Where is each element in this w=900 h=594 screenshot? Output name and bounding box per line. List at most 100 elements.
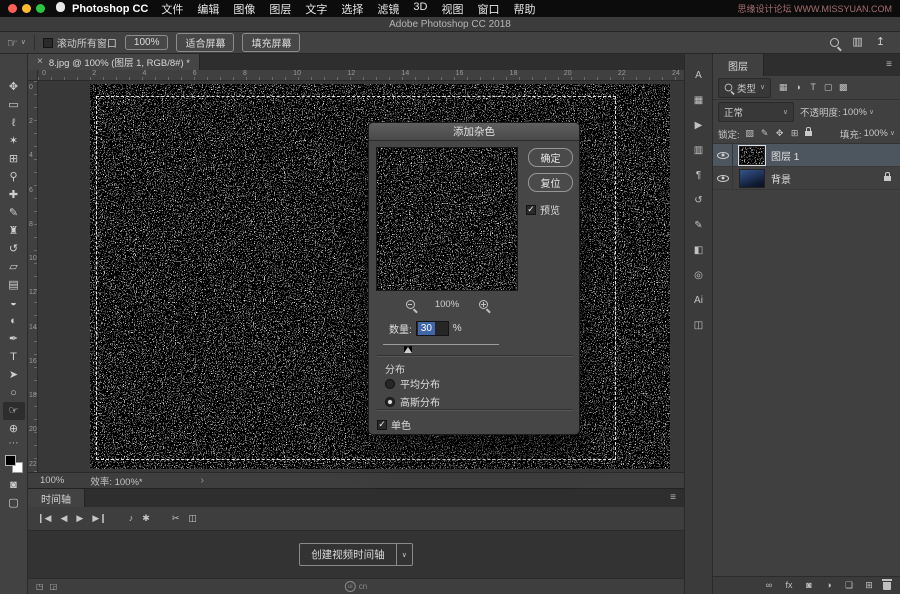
new-group-icon[interactable]: ❏ (843, 579, 855, 592)
uniform-radio[interactable]: 平均分布 (385, 376, 440, 391)
quick-mask-button[interactable]: ◙ (3, 476, 25, 494)
edit-toolbar-button[interactable]: ⋯ (3, 438, 25, 450)
eraser-tool[interactable]: ▱ (3, 258, 25, 276)
layer-row-background[interactable]: 背景 (713, 167, 900, 190)
filter-pixel-layers-icon[interactable]: ▦ (777, 81, 789, 94)
scroll-all-windows-checkbox[interactable]: 滚动所有窗口 (43, 35, 117, 50)
dodge-tool[interactable]: ◐ (3, 312, 25, 330)
apple-menu[interactable] (54, 2, 70, 15)
minimize-window-button[interactable] (22, 4, 31, 13)
link-layers-icon[interactable]: ∞ (763, 579, 775, 592)
go-to-next-frame-button[interactable]: ▶❙ (92, 514, 106, 523)
preview-checkbox[interactable]: ✓ 预览 (526, 202, 560, 217)
layer-filter-dropdown[interactable]: 类型 ∨ (718, 78, 771, 98)
zoom-level-field[interactable]: 100% (40, 475, 64, 486)
monochromatic-checkbox[interactable]: ✓ 单色 (377, 417, 411, 432)
search-icon[interactable] (830, 38, 839, 47)
filter-shape-layers-icon[interactable]: ▢ (822, 81, 834, 94)
workspace-switcher-icon[interactable]: ▥ (852, 37, 862, 48)
audio-mute-button[interactable]: ♪ (129, 514, 134, 523)
layer-row-layer1[interactable]: 图层 1 (713, 144, 900, 167)
timeline-panel-menu-icon[interactable]: ≡ (670, 493, 684, 503)
menu-item[interactable]: 滤镜 (370, 1, 406, 17)
menu-item[interactable]: 图层 (262, 1, 298, 17)
eyedropper-tool[interactable]: ⚲ (3, 168, 25, 186)
move-tool[interactable]: ✥ (3, 78, 25, 96)
fit-screen-button[interactable]: 适合屏幕 (176, 33, 234, 52)
spot-healing-brush-tool[interactable]: ✚ (3, 186, 25, 204)
menu-item[interactable]: 帮助 (506, 1, 542, 17)
lock-paint-icon[interactable]: ✎ (759, 127, 771, 140)
ruler-origin[interactable] (28, 70, 38, 81)
timeline-view-large-icon[interactable]: ◲ (50, 583, 58, 591)
background-thumbnail[interactable] (739, 169, 765, 188)
canvas-area[interactable] (38, 81, 684, 472)
lasso-tool[interactable]: ℓ (3, 114, 25, 132)
dialog-titlebar[interactable]: 添加杂色 (369, 123, 579, 141)
menu-item[interactable]: 视图 (434, 1, 470, 17)
lock-position-icon[interactable]: ✥ (774, 127, 786, 140)
share-icon[interactable]: ↥ (876, 37, 885, 48)
layers-panel-menu-icon[interactable]: ≡ (886, 60, 900, 70)
filter-adjustment-layers-icon[interactable]: ◑ (792, 81, 804, 94)
brush-tool[interactable]: ✎ (3, 204, 25, 222)
path-selection-tool[interactable]: ➤ (3, 366, 25, 384)
go-to-first-frame-button[interactable]: ❙◀ (37, 514, 51, 523)
visibility-eye-icon[interactable] (717, 175, 729, 182)
quick-selection-tool[interactable]: ✶ (3, 132, 25, 150)
menu-item[interactable]: 选择 (334, 1, 370, 17)
fill-screen-button[interactable]: 填充屏幕 (242, 33, 300, 52)
clone-stamp-tool[interactable]: ♜ (3, 222, 25, 240)
go-to-previous-frame-button[interactable]: ◀ (60, 514, 67, 523)
fill-field[interactable]: 填充: 100% ∨ (840, 127, 895, 141)
add-mask-icon[interactable]: ◙ (803, 579, 815, 592)
lock-artboard-icon[interactable]: ⊞ (789, 127, 801, 140)
type-tool[interactable]: T (3, 348, 25, 366)
filter-type-layers-icon[interactable]: T (807, 81, 819, 94)
visibility-eye-icon[interactable] (717, 152, 729, 159)
close-window-button[interactable] (8, 4, 17, 13)
history-brush-tool[interactable]: ↺ (3, 240, 25, 258)
libraries-panel-icon[interactable]: ◫ (689, 318, 709, 333)
timeline-view-small-icon[interactable]: ◳ (36, 583, 44, 591)
screen-mode-button[interactable]: ▢ (3, 494, 25, 512)
menu-item[interactable]: 窗口 (470, 1, 506, 17)
layer1-thumbnail[interactable] (739, 146, 765, 165)
opacity-field[interactable]: 不透明度: 100% ∨ (800, 105, 874, 119)
new-layer-icon[interactable]: ⊞ (863, 579, 875, 592)
blend-mode-dropdown[interactable]: 正常 ∨ (718, 102, 794, 122)
split-at-playhead-button[interactable]: ✂ (172, 514, 180, 523)
paragraph-panel-icon[interactable]: ¶ (689, 168, 709, 183)
window-titlebar[interactable]: Adobe Photoshop CC 2018 (0, 17, 900, 32)
rectangular-marquee-tool[interactable]: ▭ (3, 96, 25, 114)
chevron-down-icon[interactable]: ∨ (397, 543, 413, 566)
adjustments-panel-icon[interactable]: ▦ (689, 93, 709, 108)
pen-tool[interactable]: ✒ (3, 330, 25, 348)
gaussian-radio[interactable]: 高斯分布 (385, 394, 440, 409)
menu-item[interactable]: 文字 (298, 1, 334, 17)
filter-smart-objects-icon[interactable]: ▩ (837, 81, 849, 94)
shape-tool[interactable]: ○ (3, 384, 25, 402)
brush-settings-panel-icon[interactable]: ✎ (689, 218, 709, 233)
slider-thumb[interactable] (404, 346, 412, 353)
close-tab-icon[interactable]: × (37, 57, 43, 67)
zoom-in-icon[interactable] (479, 300, 488, 309)
menu-item[interactable]: 文件 (154, 1, 190, 17)
color-panel-icon[interactable]: ◧ (689, 243, 709, 258)
fullscreen-window-button[interactable] (36, 4, 45, 13)
menu-item[interactable]: 图像 (226, 1, 262, 17)
vertical-ruler[interactable]: 0246810121416182022 (28, 81, 38, 472)
ai-panel-icon[interactable]: Ai (689, 293, 709, 308)
app-menu[interactable]: Photoshop CC (72, 3, 148, 15)
delete-layer-icon[interactable] (883, 582, 891, 590)
transition-button[interactable]: ◫ (188, 514, 197, 523)
history-panel-icon[interactable]: ↺ (689, 193, 709, 208)
gradient-tool[interactable]: ▤ (3, 276, 25, 294)
document-tab[interactable]: × 8.jpg @ 100% (图层 1, RGB/8#) * (28, 54, 200, 70)
layer-style-icon[interactable]: fx (783, 579, 795, 592)
character-panel-icon[interactable]: A (689, 68, 709, 83)
lock-transparency-icon[interactable]: ▨ (744, 127, 756, 140)
amount-slider[interactable] (383, 341, 499, 352)
ok-button[interactable]: 确定 (528, 148, 573, 167)
create-video-timeline-button[interactable]: 创建视频时间轴 ∨ (299, 543, 413, 566)
